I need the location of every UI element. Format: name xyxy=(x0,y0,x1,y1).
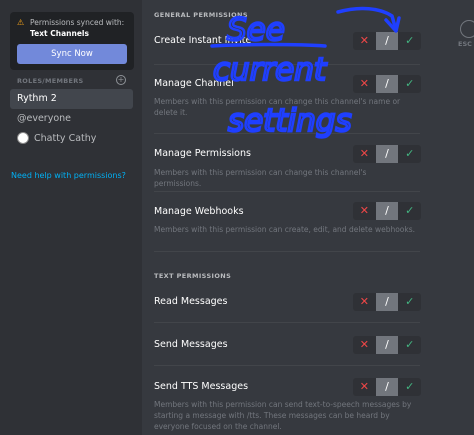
permission-name: Send Messages xyxy=(154,339,228,350)
deny-toggle-button[interactable]: ✕ xyxy=(353,293,376,311)
permission-name: Create Instant Invite xyxy=(154,35,252,46)
allow-toggle-button[interactable]: ✓ xyxy=(398,336,421,354)
sync-now-button[interactable]: Sync Now xyxy=(17,44,127,64)
permission-description: Members with this permission can change … xyxy=(154,168,367,188)
allow-toggle-button[interactable]: ✓ xyxy=(398,202,421,220)
esc-label: ESC xyxy=(458,40,472,48)
permission-description: Members with this permission can change … xyxy=(154,97,401,117)
divider xyxy=(154,133,420,134)
permission-toggle-send-tts-messages: ✕ / ✓ xyxy=(353,378,421,396)
allow-toggle-button[interactable]: ✓ xyxy=(398,378,421,396)
permission-toggle-send-messages: ✕ / ✓ xyxy=(353,336,421,354)
sync-notice-text: Permissions synced with: xyxy=(30,18,125,27)
permissions-sidebar: ⚠ Permissions synced with: Text Channels… xyxy=(0,0,142,435)
sync-channel-name: Text Channels xyxy=(30,29,89,38)
permission-name: Manage Webhooks xyxy=(154,206,244,217)
divider xyxy=(154,191,420,192)
deny-toggle-button[interactable]: ✕ xyxy=(353,202,376,220)
permission-name: Manage Permissions xyxy=(154,148,251,159)
neutral-toggle-button[interactable]: / xyxy=(375,145,399,163)
allow-toggle-button[interactable]: ✓ xyxy=(398,293,421,311)
permission-name: Read Messages xyxy=(154,296,228,307)
permission-name: Manage Channel xyxy=(154,78,234,89)
neutral-toggle-button[interactable]: / xyxy=(375,75,399,93)
permission-toggle-manage-webhooks: ✕ / ✓ xyxy=(353,202,421,220)
allow-toggle-button[interactable]: ✓ xyxy=(398,32,421,50)
close-icon[interactable] xyxy=(460,20,474,38)
roles-members-header: ROLES/MEMBERS xyxy=(17,77,84,85)
sync-notice-box: ⚠ Permissions synced with: Text Channels… xyxy=(10,12,134,70)
neutral-toggle-button[interactable]: / xyxy=(375,32,399,50)
text-permissions-header: TEXT PERMISSIONS xyxy=(154,272,232,280)
warning-icon: ⚠ xyxy=(17,18,25,27)
member-label: Chatty Cathy xyxy=(34,133,97,144)
divider xyxy=(154,64,420,65)
neutral-toggle-button[interactable]: / xyxy=(375,293,399,311)
add-role-icon[interactable]: + xyxy=(116,75,126,85)
avatar xyxy=(17,131,29,144)
help-permissions-link[interactable]: Need help with permissions? xyxy=(11,171,126,180)
divider xyxy=(154,251,420,252)
permission-name: Send TTS Messages xyxy=(154,381,249,392)
role-label: @everyone xyxy=(17,113,72,124)
role-label: Rythm 2 xyxy=(17,93,57,104)
role-item-everyone[interactable]: @everyone xyxy=(10,109,133,129)
role-item-rythm-2[interactable]: Rythm 2 xyxy=(10,89,133,109)
deny-toggle-button[interactable]: ✕ xyxy=(353,336,376,354)
deny-toggle-button[interactable]: ✕ xyxy=(353,145,376,163)
allow-toggle-button[interactable]: ✓ xyxy=(398,75,421,93)
divider xyxy=(154,365,420,366)
neutral-toggle-button[interactable]: / xyxy=(375,336,399,354)
allow-toggle-button[interactable]: ✓ xyxy=(398,145,421,163)
permission-description: Members with this permission can send te… xyxy=(154,400,412,431)
deny-toggle-button[interactable]: ✕ xyxy=(353,75,376,93)
member-item-chatty-cathy[interactable]: Chatty Cathy xyxy=(10,129,133,149)
general-permissions-header: GENERAL PERMISSIONS xyxy=(154,11,248,19)
permission-toggle-manage-permissions: ✕ / ✓ xyxy=(353,145,421,163)
permission-toggle-read-messages: ✕ / ✓ xyxy=(353,293,421,311)
permissions-main: GENERAL PERMISSIONS Create Instant Invit… xyxy=(142,0,474,435)
divider xyxy=(154,322,420,323)
permission-toggle-create-instant-invite: ✕ / ✓ xyxy=(353,32,421,50)
deny-toggle-button[interactable]: ✕ xyxy=(353,378,376,396)
permission-description: Members with this permission can create,… xyxy=(154,225,416,234)
neutral-toggle-button[interactable]: / xyxy=(375,202,399,220)
deny-toggle-button[interactable]: ✕ xyxy=(353,32,376,50)
permission-toggle-manage-channel: ✕ / ✓ xyxy=(353,75,421,93)
neutral-toggle-button[interactable]: / xyxy=(375,378,399,396)
